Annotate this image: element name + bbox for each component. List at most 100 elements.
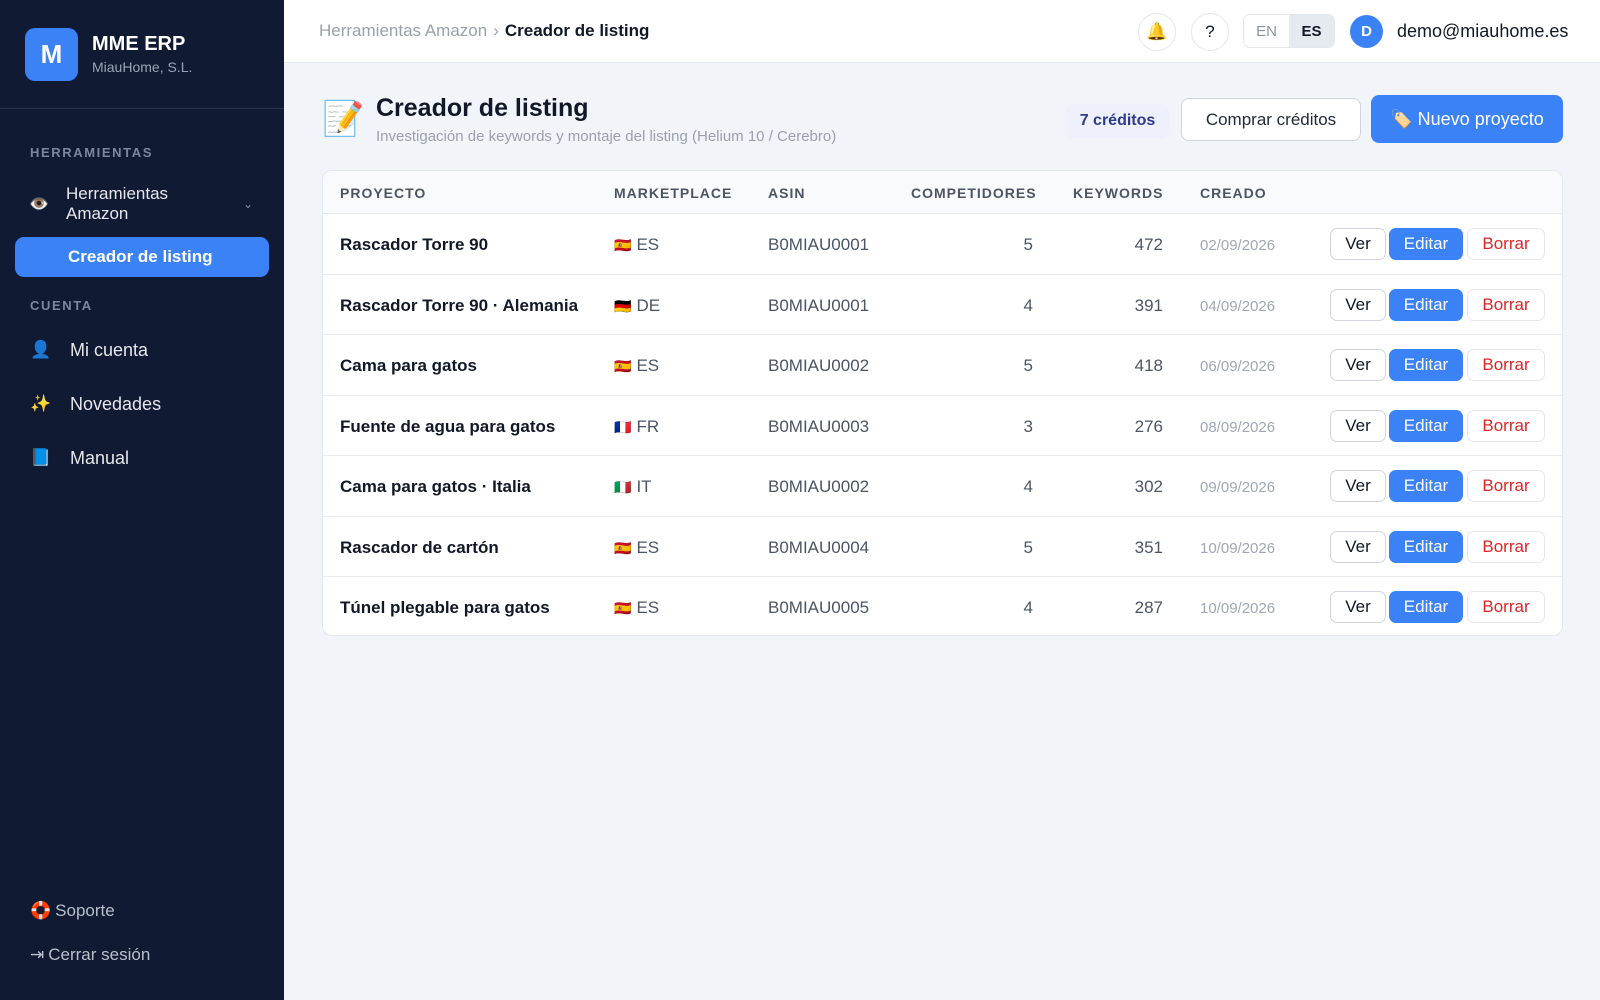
breadcrumb-current: Creador de listing: [504, 21, 650, 40]
marketplace-code: ES: [636, 356, 660, 375]
col-header-competitors: COMPETIDORES: [911, 185, 1037, 201]
competitors-cell: 3: [1023, 416, 1033, 436]
avatar[interactable]: D: [1350, 15, 1383, 48]
project-name[interactable]: Rascador de cartón: [340, 538, 499, 558]
logout-icon: ⇥: [30, 945, 45, 964]
marketplace-code: FR: [636, 416, 660, 436]
table-header: PROYECTO MARKETPLACE ASIN COMPETIDORES K…: [323, 171, 1562, 214]
view-button[interactable]: Ver: [1330, 591, 1386, 623]
lang-en-button[interactable]: EN: [1244, 15, 1289, 47]
competitors-cell: 5: [1023, 356, 1033, 375]
project-name[interactable]: Fuente de agua para gatos: [340, 417, 555, 437]
edit-button[interactable]: Editar: [1389, 349, 1463, 381]
memo-icon: 📝: [322, 100, 365, 138]
view-button[interactable]: Ver: [1330, 228, 1386, 260]
competitors-cell: 5: [1023, 235, 1033, 254]
competitors-cell: 4: [1023, 477, 1033, 496]
delete-button[interactable]: Borrar: [1467, 409, 1545, 442]
marketplace-cell: 🇪🇸 ES: [614, 538, 659, 558]
view-button[interactable]: Ver: [1330, 409, 1386, 442]
flag-icon: 🇪🇸: [614, 237, 632, 253]
breadcrumb: Herramientas Amazon › Creador de listing: [319, 21, 649, 41]
lang-es-button[interactable]: ES: [1289, 15, 1334, 47]
sidebar-item-label: Manual: [70, 447, 130, 468]
edit-button[interactable]: Editar: [1389, 409, 1463, 442]
created-date-cell: 02/09/2026: [1200, 237, 1276, 254]
sidebar-group-amazon[interactable]: 👁️ Herramientas Amazon ⌄: [15, 182, 269, 226]
project-name[interactable]: Rascador Torre 90: [340, 235, 488, 255]
help-button[interactable]: ?: [1191, 13, 1229, 51]
edit-button[interactable]: Editar: [1389, 591, 1463, 623]
asin-cell: B0MIAU0002: [768, 477, 870, 496]
support-label: Soporte: [55, 901, 115, 920]
project-name[interactable]: Cama para gatos · Italia: [340, 477, 531, 497]
marketplace-cell: 🇮🇹 IT: [614, 477, 652, 497]
view-button[interactable]: Ver: [1330, 530, 1386, 563]
book-icon: 📘: [30, 448, 52, 467]
view-button[interactable]: Ver: [1330, 288, 1386, 321]
page-title: Creador de listing: [376, 94, 589, 122]
flag-icon: 🇫🇷: [614, 418, 632, 435]
competitors-cell: 5: [1023, 537, 1033, 557]
keywords-cell: 351: [1134, 537, 1163, 557]
edit-button[interactable]: Editar: [1389, 228, 1463, 260]
user-icon: 👤: [30, 340, 52, 359]
keywords-cell: 391: [1134, 295, 1163, 315]
breadcrumb-separator: ›: [493, 21, 499, 40]
asin-cell: B0MIAU0005: [768, 598, 870, 617]
flag-icon: 🇮🇹: [614, 479, 632, 495]
buy-credits-button[interactable]: Comprar créditos: [1181, 98, 1361, 141]
keywords-cell: 287: [1134, 598, 1163, 617]
asin-cell: B0MIAU0001: [768, 235, 870, 254]
delete-button[interactable]: Borrar: [1467, 470, 1545, 502]
table-row: Rascador de cartón 🇪🇸 ES B0MIAU0004 5 351 10/0…: [323, 517, 1562, 577]
table-row: Cama para gatos 🇪🇸 ES B0MIAU0002 5 418 06/09/2…: [323, 335, 1562, 396]
notifications-button[interactable]: 🔔: [1138, 13, 1176, 51]
project-name[interactable]: Túnel plegable para gatos: [340, 598, 550, 618]
breadcrumb-parent[interactable]: Herramientas Amazon: [319, 21, 487, 40]
sidebar-item-listing-creator[interactable]: Creador de listing: [15, 237, 269, 277]
company-name: MiauHome, S.L.: [92, 59, 193, 75]
table-row: Fuente de agua para gatos 🇫🇷 FR B0MIAU0003 3…: [323, 396, 1562, 456]
keywords-cell: 276: [1134, 416, 1163, 436]
language-switch: EN ES: [1243, 14, 1335, 48]
page-subtitle: Investigación de keywords y montaje del …: [376, 128, 837, 145]
keywords-cell: 302: [1134, 477, 1163, 496]
edit-button[interactable]: Editar: [1389, 530, 1463, 563]
project-name[interactable]: Rascador Torre 90 · Alemania: [340, 296, 578, 316]
flag-icon: 🇪🇸: [614, 600, 632, 616]
support-link[interactable]: 🛟 Soporte: [30, 901, 115, 921]
sidebar-item-manual[interactable]: 📘 Manual: [15, 438, 269, 478]
logout-link[interactable]: ⇥ Cerrar sesión: [30, 945, 150, 965]
project-name[interactable]: Cama para gatos: [340, 356, 477, 376]
app-logo[interactable]: M: [25, 27, 78, 81]
marketplace-cell: 🇪🇸 ES: [614, 235, 659, 255]
table-row: Cama para gatos · Italia 🇮🇹 IT B0MIAU0002 4 3…: [323, 456, 1562, 517]
keywords-cell: 418: [1134, 356, 1163, 375]
delete-button[interactable]: Borrar: [1467, 288, 1545, 321]
new-project-button[interactable]: 🏷️ Nuevo proyecto: [1371, 95, 1563, 143]
competitors-cell: 4: [1023, 598, 1033, 617]
table-row: Túnel plegable para gatos 🇪🇸 ES B0MIAU0005 4…: [323, 577, 1562, 635]
edit-button[interactable]: Editar: [1389, 288, 1463, 321]
view-button[interactable]: Ver: [1330, 349, 1386, 381]
credits-badge: 7 créditos: [1066, 104, 1169, 138]
created-date-cell: 10/09/2026: [1200, 539, 1276, 557]
keywords-cell: 472: [1134, 235, 1163, 254]
delete-button[interactable]: Borrar: [1467, 228, 1545, 260]
table-row: Rascador Torre 90 🇪🇸 ES B0MIAU0001 5 472 02/09…: [323, 214, 1562, 275]
view-button[interactable]: Ver: [1330, 470, 1386, 502]
marketplace-code: ES: [636, 235, 660, 254]
delete-button[interactable]: Borrar: [1467, 530, 1545, 563]
delete-button[interactable]: Borrar: [1467, 591, 1545, 623]
marketplace-code: DE: [636, 295, 661, 315]
lifebuoy-icon: 🛟: [30, 901, 52, 920]
sidebar-item-my-account[interactable]: 👤 Mi cuenta: [15, 330, 269, 370]
brand: M MME ERP MiauHome, S.L.: [0, 0, 284, 109]
user-email[interactable]: demo@miauhome.es: [1397, 21, 1568, 42]
delete-button[interactable]: Borrar: [1467, 349, 1545, 381]
projects-table: PROYECTO MARKETPLACE ASIN COMPETIDORES K…: [322, 170, 1563, 636]
sidebar-item-news[interactable]: ✨ Novedades: [15, 384, 269, 424]
marketplace-cell: 🇩🇪 DE: [614, 296, 660, 316]
edit-button[interactable]: Editar: [1389, 470, 1463, 502]
